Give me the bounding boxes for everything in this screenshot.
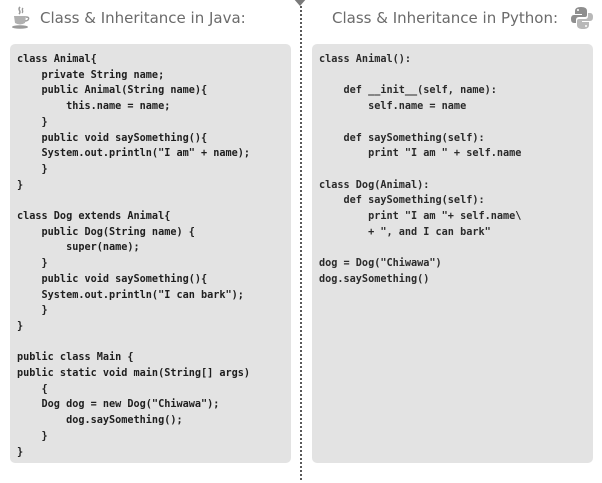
java-code-block: class Animal{ private String name; publi…: [17, 54, 251, 458]
python-title: Class & Inheritance in Python:: [332, 9, 559, 27]
python-code-panel: class Animal(): def __init__(self, name)…: [312, 44, 593, 463]
column-divider: [300, 6, 302, 480]
java-coffee-cup-icon: [9, 5, 33, 31]
java-title: Class & Inheritance in Java:: [40, 9, 246, 27]
java-code-panel: class Animal{ private String name; publi…: [10, 44, 291, 463]
python-logo-icon: [570, 5, 594, 31]
python-code-block: class Animal(): def __init__(self, name)…: [319, 54, 522, 285]
